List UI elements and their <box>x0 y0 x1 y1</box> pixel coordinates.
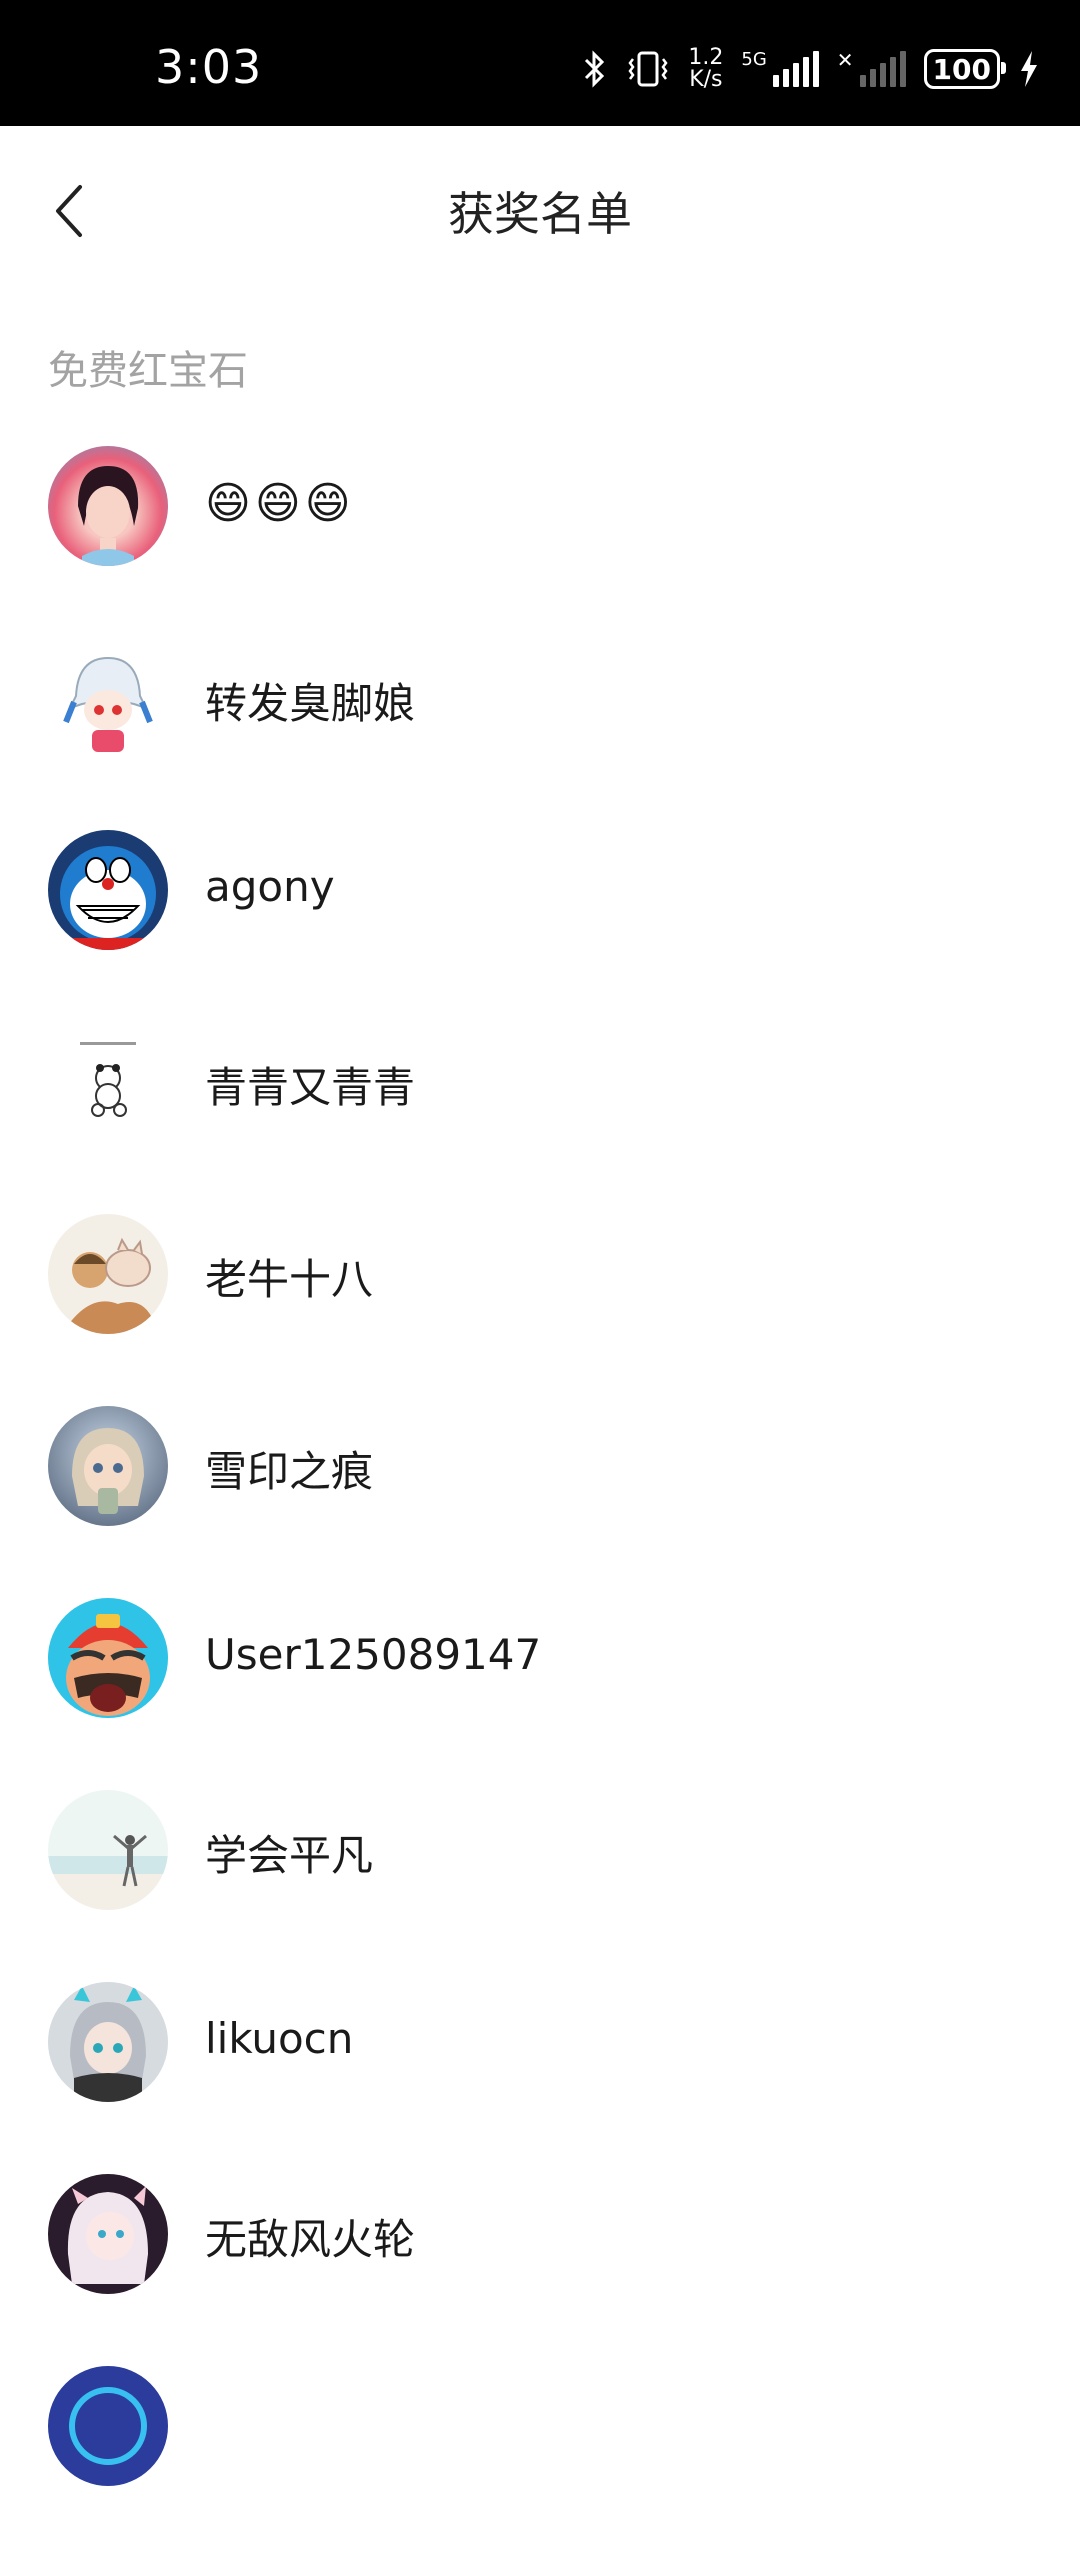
winner-name: 无敌风火轮 <box>205 2215 416 2264</box>
battery-icon: 100 <box>923 49 1007 89</box>
winner-name: 学会平凡 <box>205 1831 374 1880</box>
avatar <box>48 830 168 950</box>
battery-level: 100 <box>932 52 991 86</box>
list-item[interactable]: 雪印之痕 <box>0 1406 1080 1598</box>
list-item[interactable]: 无敌风火轮 <box>0 2174 1080 2366</box>
winner-name: agony <box>205 862 335 911</box>
page-title: 获奖名单 <box>448 187 632 241</box>
status-bar: 3:03 1.2 K/s 5G ✕ 100 <box>0 0 1080 126</box>
winner-name: likuocn <box>205 2014 354 2063</box>
avatar <box>48 2366 168 2486</box>
avatar <box>48 1022 168 1142</box>
bluetooth-icon <box>585 50 605 88</box>
list-item[interactable]: likuocn <box>0 1982 1080 2174</box>
header: 获奖名单 <box>0 126 1080 296</box>
vibrate-icon <box>628 51 668 87</box>
winner-name: 😄😄😄 <box>205 478 355 529</box>
network-speed-value: 1.2 <box>688 45 724 70</box>
winner-name: 雪印之痕 <box>205 1447 374 1496</box>
avatar <box>48 1790 168 1910</box>
winner-name: User125089147 <box>205 1630 542 1679</box>
winner-name: 青青又青青 <box>205 1063 416 1112</box>
avatar <box>48 1982 168 2102</box>
list-item[interactable]: 青青又青青 <box>0 1022 1080 1214</box>
avatar <box>48 1214 168 1334</box>
list-item[interactable]: 学会平凡 <box>0 1790 1080 1982</box>
list-item[interactable] <box>0 2366 1080 2558</box>
list-item[interactable]: 😄😄😄 <box>0 446 1080 638</box>
winner-name: 老牛十八 <box>205 1255 374 1304</box>
list-item[interactable]: 老牛十八 <box>0 1214 1080 1406</box>
network-speed-unit: K/s <box>689 67 723 92</box>
signal-5g-icon: 5G <box>741 49 819 87</box>
network-speed: 1.2 K/s <box>688 47 723 91</box>
avatar <box>48 446 168 566</box>
charging-icon <box>1021 51 1037 87</box>
signal-secondary-icon: ✕ <box>837 50 906 87</box>
avatar <box>48 1598 168 1718</box>
avatar <box>48 1406 168 1526</box>
avatar <box>48 638 168 758</box>
list-item[interactable]: agony <box>0 830 1080 1022</box>
section-title: 免费红宝石 <box>48 348 248 394</box>
network-type-label: 5G <box>741 49 767 70</box>
status-icons: 1.2 K/s 5G ✕ 100 <box>582 44 1040 94</box>
status-time: 3:03 <box>155 40 263 94</box>
winner-list: 😄😄😄 转发臭脚娘 agony 青青又青青 老牛十八 雪印之痕 User1250… <box>0 446 1080 2558</box>
avatar <box>48 2174 168 2294</box>
list-item[interactable]: User125089147 <box>0 1598 1080 1790</box>
winner-name: 转发臭脚娘 <box>205 679 416 728</box>
list-item[interactable]: 转发臭脚娘 <box>0 638 1080 830</box>
